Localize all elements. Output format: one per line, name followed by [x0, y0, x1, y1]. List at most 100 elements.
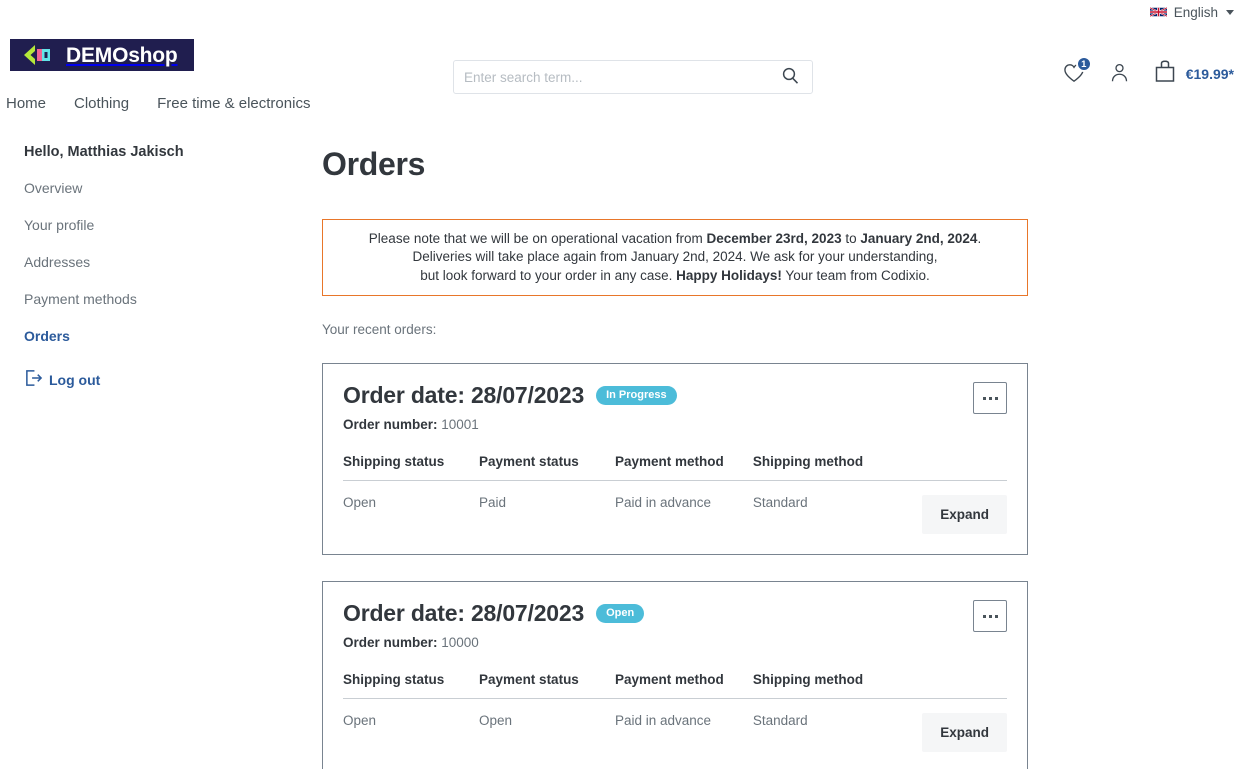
shopping-bag-icon	[1153, 60, 1177, 88]
wishlist-badge: 1	[1075, 56, 1092, 72]
table-row: Open Paid Paid in advance Standard Expan…	[343, 481, 1007, 535]
sidebar-greeting: Hello, Matthias Jakisch	[24, 144, 184, 160]
cell-shipping-status: Open	[343, 495, 377, 511]
nav-item-free-time-electronics[interactable]: Free time & electronics	[157, 95, 310, 112]
search-bar[interactable]	[453, 60, 813, 94]
table-header-row: Shipping status Payment status Payment m…	[343, 672, 1007, 700]
th-shipping-status: Shipping status	[343, 454, 480, 482]
recent-orders-label: Your recent orders:	[322, 322, 437, 338]
order-date-prefix: Order date:	[343, 600, 471, 627]
order-date-value: 28/07/2023	[470, 382, 585, 409]
wishlist-button[interactable]: 1	[1061, 56, 1092, 87]
order-date-value: 28/07/2023	[470, 600, 585, 627]
notice-happy-holidays: Happy Holidays!	[676, 267, 782, 283]
cell-shipping-method: Standard	[752, 495, 808, 511]
logout-icon	[24, 369, 43, 390]
order-date: Order date: 28/07/2023	[343, 600, 584, 627]
order-number-value: 10000	[441, 635, 479, 651]
nav-item-clothing[interactable]: Clothing	[74, 95, 129, 112]
header-actions: 1 €19.99*	[1061, 56, 1234, 88]
sidebar-item-payment-methods[interactable]: Payment methods	[24, 291, 322, 307]
order-number: Order number: 10000	[343, 635, 1007, 650]
ellipsis-icon	[994, 614, 998, 618]
vacation-notice: Please note that we will be on operation…	[322, 219, 1028, 297]
order-number-prefix: Order number:	[343, 417, 442, 433]
th-actions	[922, 672, 1007, 700]
top-utility-bar: English	[0, 0, 1248, 24]
notice-line-1-part-a: Please note that we will be on operation…	[368, 231, 707, 246]
notice-line-1: Please note that we will be on operation…	[337, 230, 1013, 248]
order-date-prefix: Order date:	[343, 382, 471, 409]
ellipsis-icon	[982, 396, 986, 400]
logo-text: DEMOshop	[66, 43, 178, 67]
site-logo[interactable]: DEMOshop	[10, 39, 194, 71]
cell-payment-status: Paid	[479, 495, 507, 511]
order-table: Shipping status Payment status Payment m…	[343, 454, 1007, 535]
ellipsis-icon	[982, 614, 986, 618]
status-badge: Open	[596, 604, 645, 624]
cell-shipping-method: Standard	[752, 713, 808, 729]
order-number-value: 10001	[441, 417, 479, 433]
search-input[interactable]	[454, 69, 768, 85]
sidebar-item-orders[interactable]: Orders	[24, 328, 322, 344]
notice-line-1-part-e: .	[977, 231, 982, 246]
logout-link[interactable]: Log out	[24, 369, 322, 390]
account-sidebar: Hello, Matthias Jakisch Overview Your pr…	[0, 134, 322, 769]
cart-button[interactable]: €19.99*	[1153, 60, 1234, 88]
ellipsis-icon	[988, 614, 992, 618]
order-menu-button[interactable]	[973, 382, 1007, 415]
expand-button[interactable]: Expand	[922, 713, 1007, 753]
chevron-down-icon	[1226, 9, 1234, 15]
table-row: Open Open Paid in advance Standard Expan…	[343, 699, 1007, 753]
site-header: DEMOshop 1	[0, 24, 1248, 94]
order-header: Order date: 28/07/2023 Open	[343, 600, 1007, 627]
th-shipping-method: Shipping method	[752, 672, 923, 700]
account-button[interactable]	[1107, 61, 1133, 87]
ellipsis-icon	[988, 396, 992, 400]
notice-line-1-date-start: December 23rd, 2023	[706, 231, 842, 246]
search-button[interactable]	[768, 61, 812, 93]
page-title: Orders	[322, 146, 426, 182]
th-payment-status: Payment status	[479, 454, 615, 482]
sidebar-item-addresses[interactable]: Addresses	[24, 254, 322, 270]
th-payment-method: Payment method	[614, 454, 753, 482]
cell-actions: Expand	[922, 699, 1007, 753]
cell-payment-method: Paid in advance	[614, 713, 712, 729]
orders-content: Orders Please note that we will be on op…	[322, 134, 1248, 769]
cell-shipping-status: Open	[343, 713, 377, 729]
th-shipping-method: Shipping method	[752, 454, 923, 482]
page-body: Hello, Matthias Jakisch Overview Your pr…	[0, 120, 1248, 769]
sidebar-item-your-profile[interactable]: Your profile	[24, 217, 322, 233]
order-card: Order date: 28/07/2023 In Progress Order…	[322, 363, 1028, 556]
order-header: Order date: 28/07/2023 In Progress	[343, 382, 1007, 409]
order-card: Order date: 28/07/2023 Open Order number…	[322, 581, 1028, 769]
sidebar-item-overview[interactable]: Overview	[24, 180, 322, 196]
order-date: Order date: 28/07/2023	[343, 382, 584, 409]
th-payment-method: Payment method	[614, 672, 753, 700]
nav-item-home[interactable]: Home	[6, 95, 46, 112]
logout-label: Log out	[49, 371, 101, 388]
cell-payment-method: Paid in advance	[614, 495, 712, 511]
logo-mark-icon	[20, 44, 54, 66]
notice-line-3-part-c: Your team from Codixio.	[781, 267, 930, 283]
order-menu-button[interactable]	[973, 600, 1007, 633]
status-badge: In Progress	[596, 386, 677, 406]
order-number: Order number: 10001	[343, 417, 1007, 432]
order-number-prefix: Order number:	[343, 635, 442, 651]
cell-payment-status: Open	[479, 713, 513, 729]
uk-flag-icon	[1149, 6, 1167, 18]
cart-total: €19.99*	[1185, 66, 1234, 82]
search-icon	[782, 67, 799, 87]
language-selector[interactable]: English	[1149, 4, 1234, 20]
notice-line-3: but look forward to your order in any ca…	[337, 267, 1013, 285]
ellipsis-icon	[994, 396, 998, 400]
cell-actions: Expand	[922, 481, 1007, 535]
notice-line-3-part-a: but look forward to your order in any ca…	[420, 267, 677, 283]
language-label: English	[1173, 4, 1218, 20]
notice-line-1-date-end: January 2nd, 2024	[860, 231, 978, 246]
notice-line-2: Deliveries will take place again from Ja…	[412, 249, 938, 265]
user-icon	[1109, 62, 1130, 86]
notice-line-1-part-c: to	[841, 231, 861, 246]
table-header-row: Shipping status Payment status Payment m…	[343, 454, 1007, 482]
expand-button[interactable]: Expand	[922, 495, 1007, 535]
